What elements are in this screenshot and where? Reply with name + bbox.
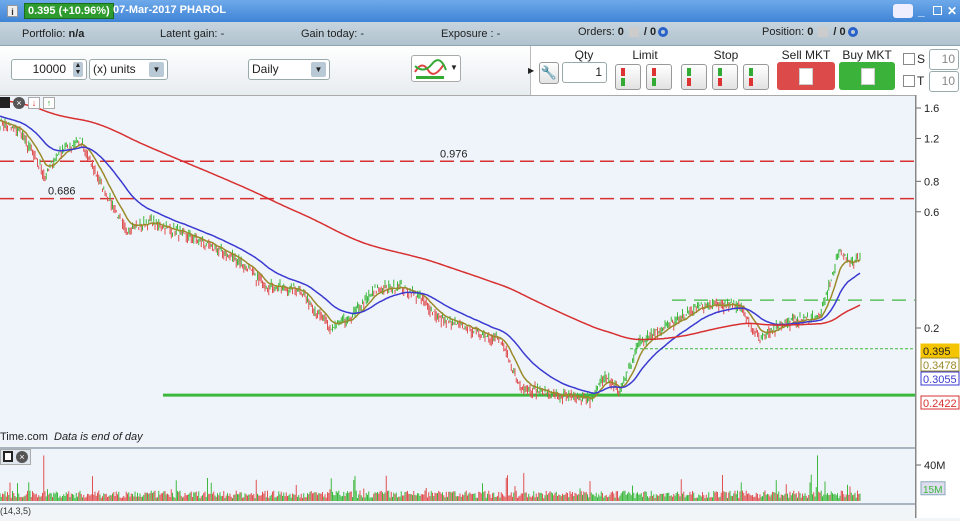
window-icon[interactable] bbox=[3, 451, 13, 462]
quantity-stepper[interactable]: 10000 ▲ ▼ bbox=[11, 59, 87, 80]
limit-sell-button[interactable] bbox=[646, 64, 672, 90]
latent-gain-info: Latent gain: - bbox=[160, 28, 225, 40]
y-tick-label: 1.2 bbox=[924, 133, 939, 145]
t-label: T bbox=[917, 74, 925, 88]
position-settings-icon[interactable] bbox=[847, 27, 858, 38]
level-label: 0.976 bbox=[440, 148, 468, 160]
y-tick-label: 0.6 bbox=[924, 207, 939, 219]
limit-buy-button[interactable] bbox=[615, 64, 641, 90]
indicator-params: (14,3,5) bbox=[0, 506, 32, 516]
y-tick-label: 0.2 bbox=[924, 323, 939, 335]
last-value-label: 0.3478 bbox=[923, 360, 957, 372]
last-value-label: 0.395 bbox=[923, 346, 951, 358]
indicators-button[interactable]: ▼ bbox=[411, 55, 461, 82]
stop-buy-button[interactable] bbox=[681, 64, 707, 90]
price-badge: 0.395 (+10.96%) bbox=[24, 3, 114, 19]
chart-controls: × ↓ ↑ bbox=[0, 97, 55, 109]
position-info: Position: 0/ 0 bbox=[762, 26, 858, 38]
sell-mkt-label: Sell MKT bbox=[781, 48, 831, 62]
period-select[interactable]: Daily ▼ bbox=[248, 59, 330, 80]
indicators-icon bbox=[414, 59, 447, 79]
buy-doc-icon bbox=[861, 68, 875, 85]
level-label: 0.686 bbox=[48, 186, 76, 198]
chevron-down-icon: ▼ bbox=[149, 62, 164, 77]
qty-label: Qty bbox=[574, 48, 594, 62]
collapse-arrow-icon[interactable]: ▶ bbox=[528, 66, 534, 75]
orders-settings-icon[interactable] bbox=[658, 27, 669, 38]
stop-limit-button[interactable] bbox=[743, 64, 769, 90]
chart-source: Time.com Data is end of day bbox=[0, 431, 143, 443]
volume-tick-label: 40M bbox=[924, 460, 945, 472]
s-checkbox[interactable] bbox=[903, 53, 915, 65]
volume-chart[interactable]: × bbox=[0, 447, 915, 505]
orders-info: Orders: 0/ 0 bbox=[578, 26, 669, 38]
close-icon[interactable]: × bbox=[13, 97, 25, 109]
price-axis: 1.6 1.2 0.8 0.6 0.2 0.395 0.3478 0.3055 0.2422 40… bbox=[915, 95, 960, 518]
last-value-label: 0.2422 bbox=[923, 398, 957, 410]
stop-label: Stop bbox=[713, 48, 739, 62]
volume-controls: × bbox=[0, 449, 31, 465]
buy-arrow-icon[interactable]: ↑ bbox=[43, 97, 55, 109]
window-title: 07-Mar-2017 PHAROL bbox=[113, 4, 227, 16]
window-icon[interactable] bbox=[0, 97, 10, 108]
stepper-arrows-icon[interactable]: ▲ ▼ bbox=[73, 62, 83, 77]
order-panel: ▶ 🔧 Qty 1 Limit Stop Sell MKT Buy MKT S … bbox=[528, 46, 960, 95]
keyboard-icon[interactable] bbox=[893, 4, 913, 18]
y-tick-label: 0.8 bbox=[924, 176, 939, 188]
buy-mkt-label: Buy MKT bbox=[842, 48, 892, 62]
ma-mid-line bbox=[0, 115, 861, 394]
ma-long-line bbox=[0, 99, 861, 341]
orders-cancel-icon[interactable] bbox=[628, 27, 639, 38]
buy-mkt-button[interactable] bbox=[839, 62, 895, 90]
ma-short-line bbox=[0, 119, 861, 399]
s-input[interactable]: 10 bbox=[929, 49, 959, 70]
info-icon[interactable]: i bbox=[7, 5, 18, 17]
unit-select[interactable]: (x) units ▼ bbox=[89, 59, 168, 80]
position-close-icon[interactable] bbox=[818, 27, 829, 38]
sell-doc-icon bbox=[799, 68, 813, 85]
sell-arrow-icon[interactable]: ↓ bbox=[28, 97, 40, 109]
close-icon[interactable]: × bbox=[16, 451, 28, 463]
wrench-icon: 🔧 bbox=[540, 65, 558, 80]
last-value-label: 0.3055 bbox=[923, 374, 957, 386]
chevron-down-icon: ▼ bbox=[450, 63, 458, 72]
minimize-button[interactable]: _ bbox=[918, 4, 925, 18]
wrench-button[interactable]: 🔧 bbox=[539, 62, 559, 84]
s-label: S bbox=[917, 52, 926, 66]
exposure-info: Exposure : - bbox=[441, 28, 501, 40]
volume-tag-label: 15M bbox=[923, 485, 942, 496]
price-chart[interactable]: 0.976 0.686 × ↓ ↑ Time.com Data is end of… bbox=[0, 95, 915, 445]
gain-today-info: Gain today: - bbox=[301, 28, 364, 40]
y-tick-label: 1.6 bbox=[924, 103, 939, 115]
info-bar: Portfolio: n/a Latent gain: - Gain today… bbox=[0, 22, 960, 46]
title-bar: i 0.395 (+10.96%) 07-Mar-2017 PHAROL _ ✕ bbox=[0, 0, 960, 22]
t-input[interactable]: 10 bbox=[929, 71, 959, 92]
maximize-button[interactable] bbox=[933, 6, 942, 15]
sell-mkt-button[interactable] bbox=[777, 62, 835, 90]
chevron-down-icon: ▼ bbox=[311, 62, 326, 77]
t-checkbox[interactable] bbox=[903, 75, 915, 87]
limit-label: Limit bbox=[632, 48, 658, 62]
stop-sell-button[interactable] bbox=[712, 64, 738, 90]
close-button[interactable]: ✕ bbox=[947, 4, 957, 18]
portfolio-info: Portfolio: n/a bbox=[22, 28, 85, 40]
qty-input[interactable]: 1 bbox=[562, 62, 607, 83]
